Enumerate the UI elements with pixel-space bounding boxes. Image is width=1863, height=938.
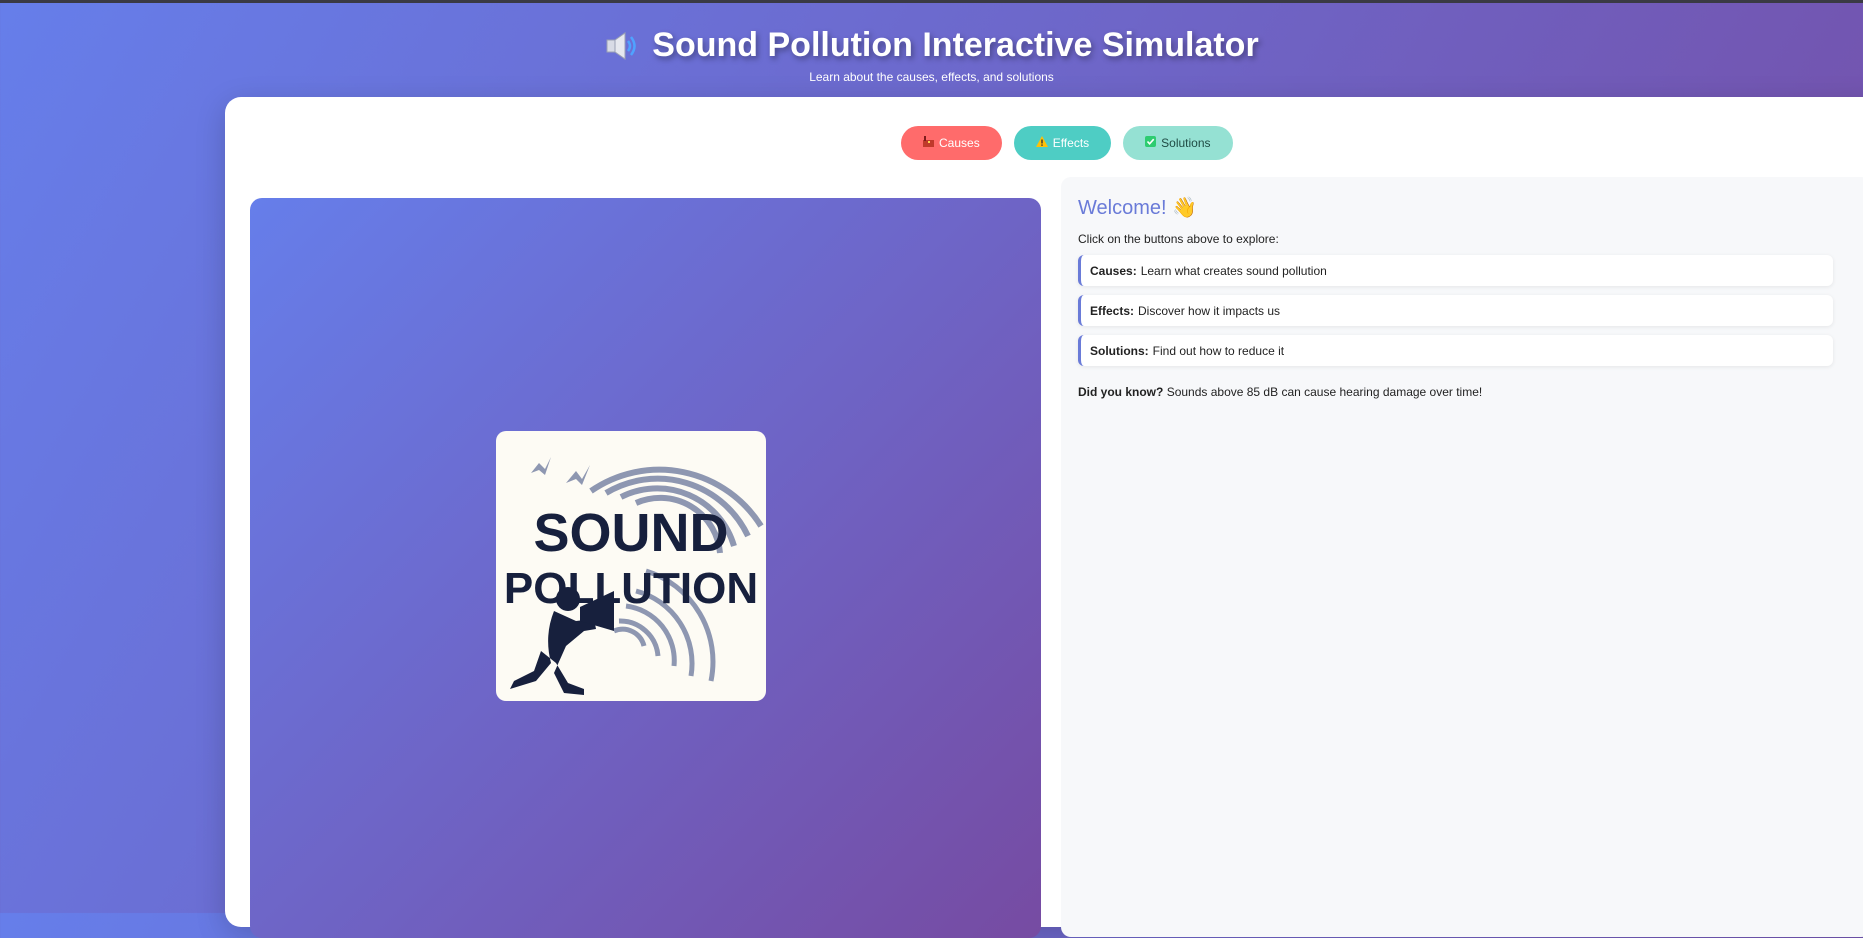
info-item-effects: Effects: Discover how it impacts us	[1078, 295, 1833, 326]
info-item-desc: Find out how to reduce it	[1152, 343, 1285, 358]
info-item-term: Causes:	[1090, 263, 1137, 278]
intro-text: Click on the buttons above to explore:	[1078, 232, 1279, 246]
info-item-solutions: Solutions: Find out how to reduce it	[1078, 335, 1833, 366]
logo-word-sound: SOUND	[533, 503, 728, 563]
info-item-term: Solutions:	[1090, 343, 1149, 358]
tab-effects[interactable]: Effects	[1013, 126, 1112, 160]
info-item-desc: Learn what creates sound pollution	[1140, 263, 1327, 278]
tab-effects-label: Effects	[1052, 136, 1090, 150]
fact-term: Did you know?	[1078, 385, 1164, 399]
tab-causes[interactable]: Causes	[901, 126, 1002, 160]
main-card: Causes Effects Solutions SOUND POLLUTION…	[225, 97, 1863, 938]
window-top-strip	[0, 0, 1863, 3]
tab-bar: Causes Effects Solutions	[901, 126, 1233, 160]
check-box-icon	[1145, 136, 1157, 150]
fact-text: Did you know? Sounds above 85 dB can cau…	[1078, 385, 1482, 399]
page-title: Sound Pollution Interactive Simulator	[604, 26, 1259, 65]
speaker-icon	[604, 29, 640, 63]
tab-solutions-label: Solutions	[1161, 136, 1211, 150]
simulation-stage: SOUND POLLUTION	[250, 198, 1041, 938]
fact-body: Sounds above 85 dB can cause hearing dam…	[1166, 385, 1483, 399]
tab-causes-label: Causes	[939, 136, 980, 150]
page-subtitle: Learn about the causes, effects, and sol…	[809, 69, 1054, 84]
warning-icon	[1035, 136, 1048, 150]
info-item-causes: Causes: Learn what creates sound polluti…	[1078, 255, 1833, 286]
info-item-term: Effects:	[1090, 303, 1135, 318]
page-title-text: Sound Pollution Interactive Simulator	[652, 26, 1259, 64]
tab-solutions[interactable]: Solutions	[1123, 126, 1233, 160]
page-header: Sound Pollution Interactive Simulator Le…	[0, 26, 1863, 84]
welcome-heading: Welcome! 👋	[1078, 197, 1198, 219]
sound-pollution-logo: SOUND POLLUTION	[496, 431, 766, 701]
info-panel: Welcome! 👋 Click on the buttons above to…	[1061, 177, 1863, 937]
factory-icon	[923, 136, 934, 150]
info-item-desc: Discover how it impacts us	[1138, 303, 1281, 318]
logo-word-pollution: POLLUTION	[504, 564, 758, 613]
